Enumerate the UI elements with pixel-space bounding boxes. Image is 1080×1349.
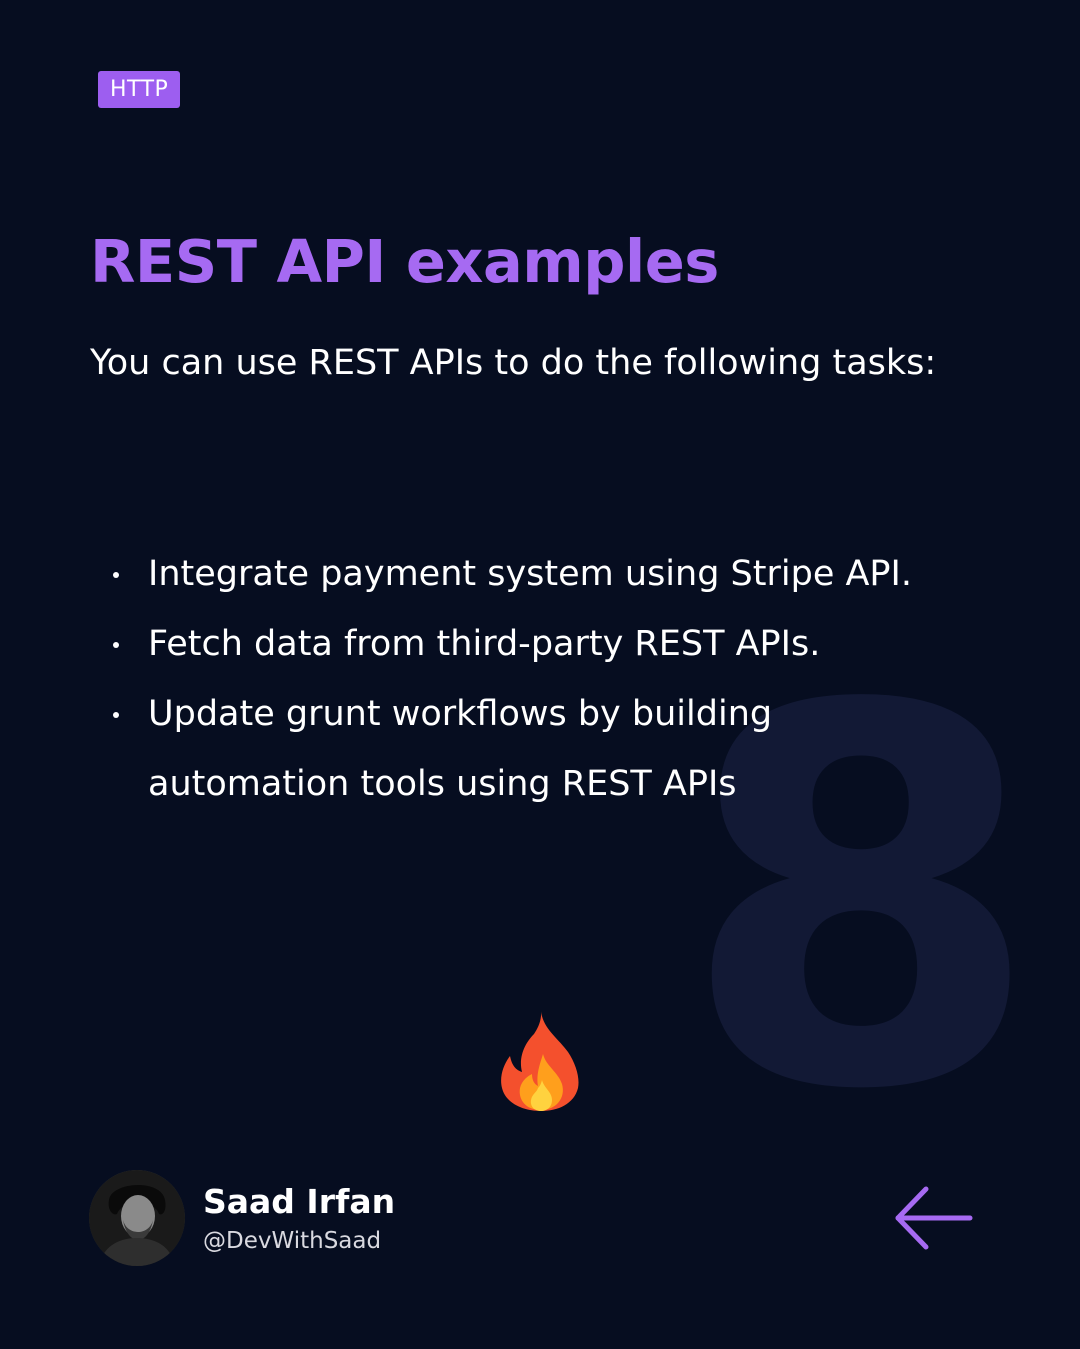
bullet-dot-icon — [113, 712, 119, 718]
list-item: Fetch data from third-party REST APIs. — [108, 609, 968, 679]
list-item-text: Update grunt workflows by building autom… — [148, 694, 773, 804]
tasks-list: Integrate payment system using Stripe AP… — [108, 539, 968, 819]
fire-icon — [496, 1008, 586, 1112]
bullet-dot-icon — [113, 642, 119, 648]
person-silhouette-icon — [89, 1170, 185, 1266]
list-item-text: Integrate payment system using Stripe AP… — [148, 554, 912, 594]
list-item: Update grunt workflows by building autom… — [108, 679, 968, 819]
arrow-left-icon[interactable] — [890, 1183, 974, 1253]
bullet-dot-icon — [113, 572, 119, 578]
topic-tag: HTTP — [98, 71, 181, 108]
page-title: REST API examples — [90, 227, 719, 296]
author-name: Saad Irfan — [203, 1182, 396, 1221]
avatar — [89, 1170, 185, 1266]
intro-text: You can use REST APIs to do the followin… — [90, 343, 937, 383]
list-item-text: Fetch data from third-party REST APIs. — [148, 624, 821, 664]
list-item: Integrate payment system using Stripe AP… — [108, 539, 968, 609]
author-handle: @DevWithSaad — [203, 1228, 382, 1254]
